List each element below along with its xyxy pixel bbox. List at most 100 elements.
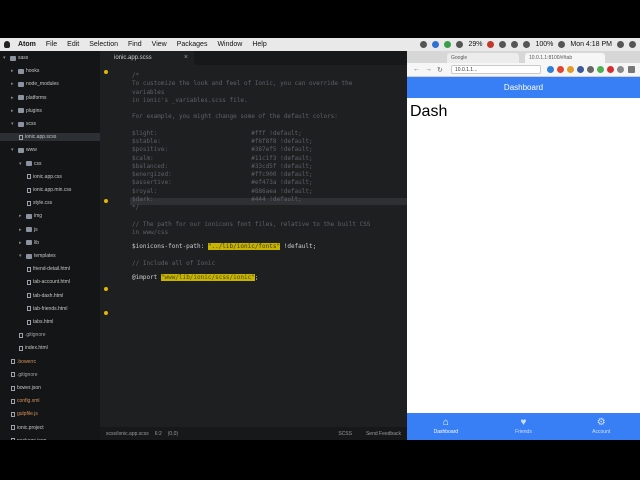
dropbox-icon[interactable] — [432, 41, 440, 48]
tree-folder[interactable]: ▾ css — [19, 160, 42, 168]
forward-icon[interactable]: → — [425, 66, 432, 73]
tree-folder[interactable]: ▾ www — [11, 146, 37, 154]
status-file-path[interactable]: scss/ionic.app.scss — [106, 431, 149, 437]
sync-icon[interactable] — [444, 41, 452, 48]
chevron-right-icon[interactable]: ▸ — [19, 227, 24, 233]
tree-folder[interactable]: ▾ scss — [11, 120, 36, 128]
code-line: $calm: #11c1f3 !default; — [132, 155, 313, 162]
extension-icon[interactable] — [587, 66, 594, 73]
code-line-text: $assertive: #ef473a !default; — [132, 179, 313, 187]
tree-file[interactable]: ionic.app.scss — [0, 133, 100, 142]
tree-item-label: friend-detail.html — [33, 266, 70, 273]
tree-file[interactable]: index.html — [19, 344, 48, 352]
chevron-down-icon[interactable]: ▾ — [19, 161, 24, 167]
tree-file[interactable]: .bowerrc — [11, 358, 36, 366]
search-icon[interactable] — [617, 41, 624, 48]
apple-menu-icon[interactable] — [4, 41, 10, 48]
menu-file[interactable]: File — [46, 41, 57, 48]
tree-folder[interactable]: ▾ sass — [3, 54, 28, 62]
tree-file[interactable]: package.json — [11, 437, 46, 440]
bluetooth-icon[interactable] — [499, 41, 507, 48]
tree-folder[interactable]: ▸ plugins — [11, 107, 42, 115]
browser-tab-google[interactable]: Google — [447, 53, 519, 63]
back-icon[interactable]: ← — [413, 66, 420, 73]
app-tab-dashboard[interactable]: ⌂ Dashboard — [407, 413, 485, 440]
extension-icon[interactable] — [597, 66, 604, 73]
wifi-icon[interactable] — [511, 41, 519, 48]
menu-selection[interactable]: Selection — [89, 41, 118, 48]
close-tab-icon[interactable]: × — [184, 54, 188, 61]
tree-file[interactable]: config.xml — [11, 397, 40, 405]
menu-icon[interactable] — [628, 66, 635, 73]
menu-find[interactable]: Find — [128, 41, 142, 48]
chevron-right-icon[interactable]: ▸ — [11, 108, 16, 114]
editor-tab-ionic-app-scss[interactable]: ionic.app.scss × — [100, 51, 194, 65]
tree-item-label: js — [34, 226, 38, 233]
tree-file[interactable]: tab-account.html — [27, 278, 70, 286]
tree-file[interactable]: tab-friends.html — [27, 305, 67, 313]
folder-icon — [26, 213, 32, 219]
tree-file[interactable]: .gitignore — [11, 371, 38, 379]
tree-file[interactable]: friend-detail.html — [27, 265, 70, 273]
extension-icon[interactable] — [617, 66, 624, 73]
app-tab-bar: ⌂ Dashboard ♥ Friends ⚙ Account — [407, 413, 640, 440]
extension-icon[interactable] — [557, 66, 564, 73]
reload-icon[interactable]: ↻ — [437, 66, 443, 74]
tree-folder[interactable]: ▸ platforms — [11, 94, 47, 102]
tree-folder[interactable]: ▸ js — [19, 226, 38, 234]
chevron-right-icon[interactable]: ▸ — [11, 68, 16, 74]
tree-file[interactable]: ionic.project — [11, 424, 44, 432]
status-cursor-position[interactable]: 6:2 — [155, 431, 162, 437]
chevron-down-icon[interactable]: ▾ — [11, 147, 16, 153]
menu-help[interactable]: Help — [252, 41, 266, 48]
browser-tab-app[interactable]: 10.0.1.1:8100/#/tab — [525, 53, 605, 63]
menu-window[interactable]: Window — [217, 41, 242, 48]
tree-folder[interactable]: ▸ img — [19, 212, 42, 220]
menu-packages[interactable]: Packages — [177, 41, 208, 48]
volume-icon[interactable] — [523, 41, 531, 48]
notification-center-icon[interactable] — [629, 41, 636, 48]
tree-folder[interactable]: ▾ templates — [19, 252, 56, 260]
url-input[interactable]: 10.0.1.1... — [451, 65, 541, 74]
tree-file[interactable]: style.css — [27, 199, 52, 207]
extension-icon[interactable] — [547, 66, 554, 73]
chevron-down-icon[interactable]: ▾ — [11, 121, 16, 127]
tree-file[interactable]: ionic.app.css — [27, 173, 62, 181]
app-tab-label: Friends — [515, 429, 532, 435]
extension-icon[interactable] — [577, 66, 584, 73]
tree-file[interactable]: tab-dash.html — [27, 292, 63, 300]
record-icon[interactable] — [487, 41, 495, 48]
tree-file[interactable]: tabs.html — [27, 318, 53, 326]
battery-icon[interactable] — [558, 41, 566, 48]
clock[interactable]: Mon 4:18 PM — [570, 41, 612, 48]
tree-folder[interactable]: ▸ node_modules — [11, 80, 59, 88]
send-feedback-link[interactable]: Send Feedback — [366, 431, 401, 437]
chevron-down-icon[interactable]: ▾ — [19, 253, 24, 259]
dashlane-icon[interactable] — [456, 41, 464, 48]
chevron-right-icon[interactable]: ▸ — [11, 81, 16, 87]
chevron-right-icon[interactable]: ▸ — [11, 95, 16, 101]
extension-icon[interactable] — [567, 66, 574, 73]
extension-icon[interactable] — [607, 66, 614, 73]
code-line: /* — [132, 72, 139, 79]
menu-view[interactable]: View — [152, 41, 167, 48]
cloud-icon[interactable] — [420, 41, 428, 48]
code-line-text: $energized: #ffc900 !default; — [132, 171, 313, 178]
code-line-text: // The path for our ionicons font files,… — [132, 220, 371, 228]
app-tab-friends[interactable]: ♥ Friends — [485, 413, 563, 440]
tree-file[interactable]: ionic.app.min.css — [27, 186, 71, 194]
chevron-right-icon[interactable]: ▸ — [19, 213, 24, 219]
tree-folder[interactable]: ▸ lib — [19, 239, 39, 247]
menu-app-name[interactable]: Atom — [18, 41, 36, 48]
app-tab-account[interactable]: ⚙ Account — [562, 413, 640, 440]
file-icon — [11, 398, 15, 404]
chevron-right-icon[interactable]: ▸ — [19, 240, 24, 246]
tree-folder[interactable]: ▸ hooks — [11, 67, 39, 75]
chevron-down-icon[interactable]: ▾ — [3, 55, 8, 61]
tree-file[interactable]: gulpfile.js — [11, 410, 38, 418]
tree-file[interactable]: bower.json — [11, 384, 41, 392]
tree-file[interactable]: .gitignore — [19, 331, 46, 339]
status-grammar[interactable]: SCSS — [338, 431, 352, 437]
line-gutter — [100, 65, 130, 427]
menu-edit[interactable]: Edit — [67, 41, 79, 48]
